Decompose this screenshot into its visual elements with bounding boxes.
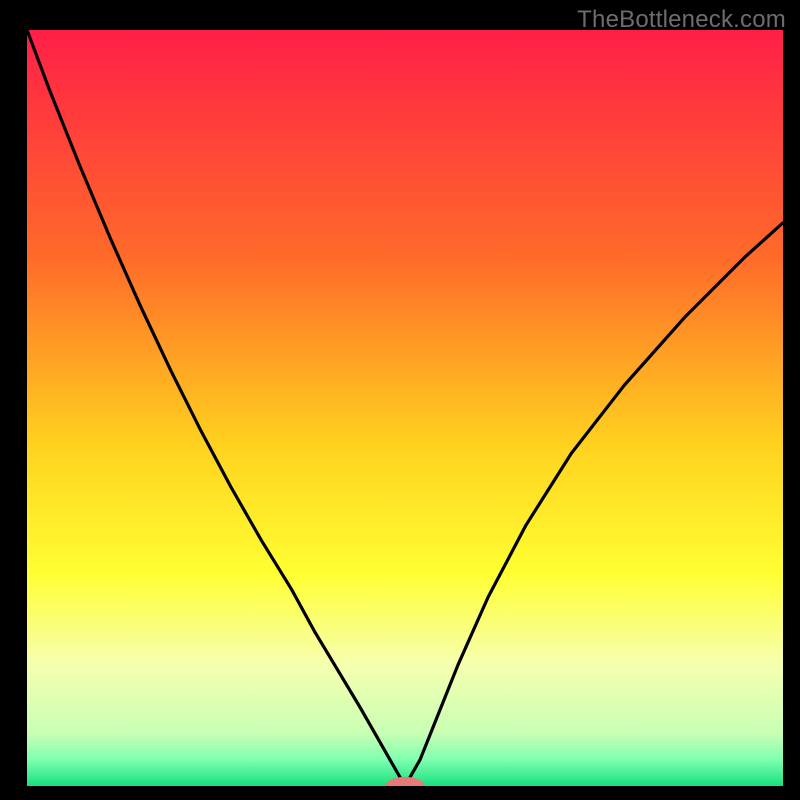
watermark-text: TheBottleneck.com xyxy=(577,6,786,34)
bottleneck-chart xyxy=(0,0,800,800)
plot-background xyxy=(27,30,783,786)
minimum-marker xyxy=(385,777,424,795)
chart-frame: { "watermark": "TheBottleneck.com", "cha… xyxy=(0,0,800,800)
